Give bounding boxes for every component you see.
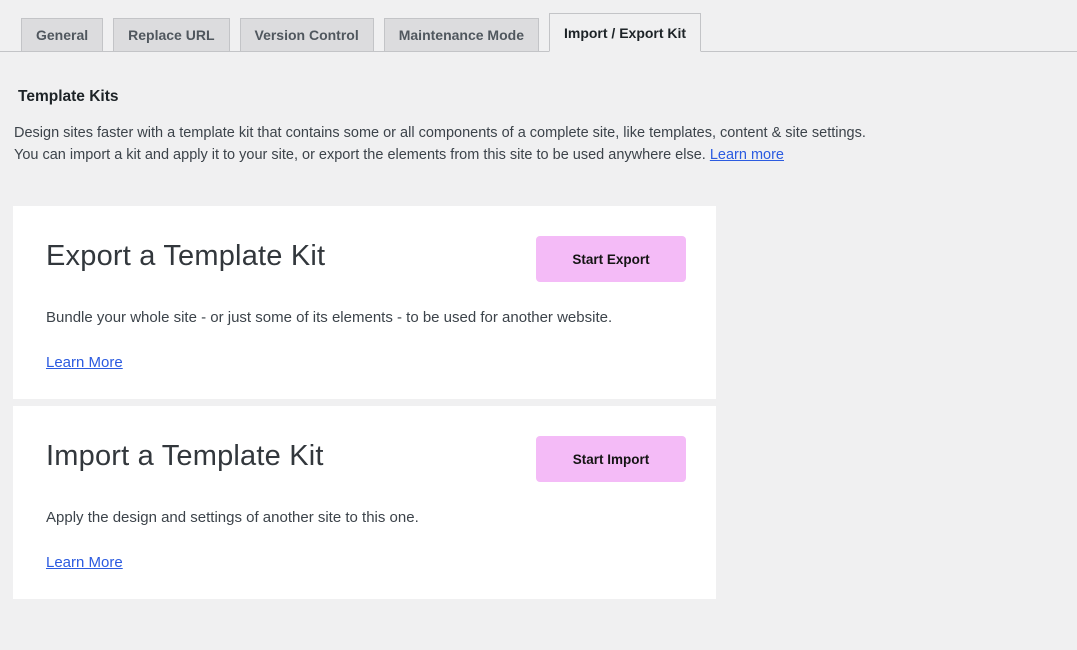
- export-card-description: Bundle your whole site - or just some of…: [46, 308, 686, 327]
- page-title: Template Kits: [18, 88, 1063, 106]
- start-export-button[interactable]: Start Export: [536, 236, 686, 282]
- export-learn-more-link[interactable]: Learn More: [46, 353, 123, 372]
- import-kit-card: Import a Template Kit Start Import Apply…: [13, 406, 716, 599]
- export-card-header: Export a Template Kit Start Export: [46, 236, 686, 282]
- start-import-button[interactable]: Start Import: [536, 436, 686, 482]
- tab-general[interactable]: General: [21, 18, 103, 52]
- import-learn-more-link[interactable]: Learn More: [46, 553, 123, 572]
- tab-maintenance-mode[interactable]: Maintenance Mode: [384, 18, 539, 52]
- import-card-title: Import a Template Kit: [46, 440, 324, 473]
- tab-import-export-kit[interactable]: Import / Export Kit: [549, 13, 701, 52]
- settings-tab-bar: General Replace URL Version Control Main…: [0, 0, 1077, 52]
- intro-text: Design sites faster with a template kit …: [14, 122, 1063, 166]
- settings-page: General Replace URL Version Control Main…: [0, 0, 1077, 599]
- tab-replace-url[interactable]: Replace URL: [113, 18, 229, 52]
- tab-content: Template Kits Design sites faster with a…: [0, 88, 1077, 599]
- import-card-header: Import a Template Kit Start Import: [46, 436, 686, 482]
- intro-learn-more-link[interactable]: Learn more: [710, 147, 784, 163]
- tab-version-control[interactable]: Version Control: [240, 18, 374, 52]
- intro-line-2: You can import a kit and apply it to you…: [14, 147, 706, 163]
- export-kit-card: Export a Template Kit Start Export Bundl…: [13, 206, 716, 399]
- export-card-title: Export a Template Kit: [46, 240, 325, 273]
- intro-line-1: Design sites faster with a template kit …: [14, 125, 866, 141]
- import-card-description: Apply the design and settings of another…: [46, 508, 686, 527]
